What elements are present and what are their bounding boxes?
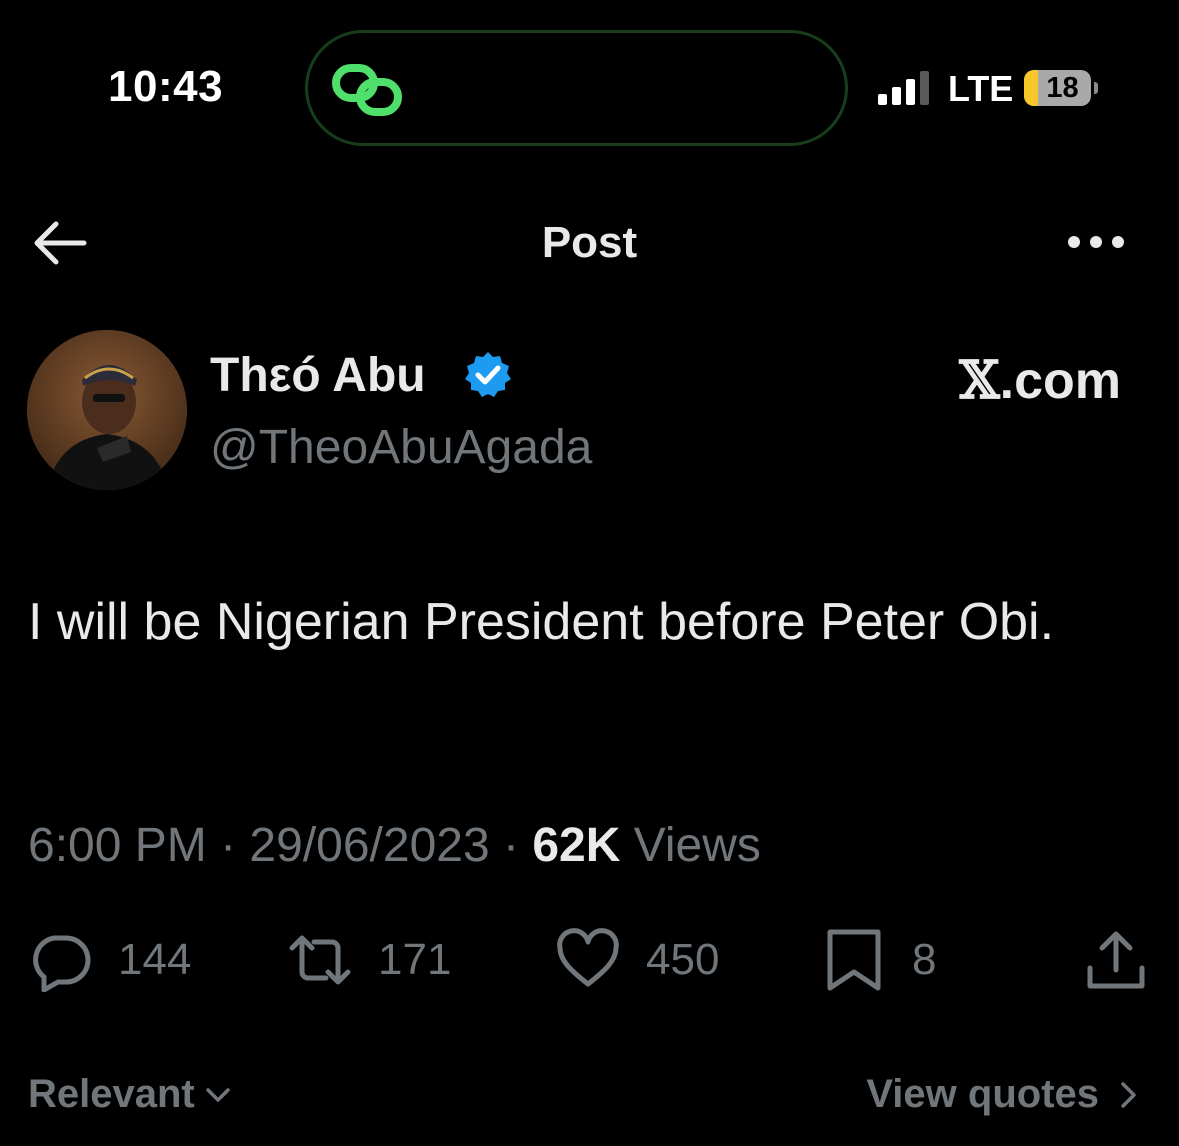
source-watermark: 𝕏.com [959, 350, 1121, 411]
post-meta: 6:00 PM · 29/06/2023 · 62K Views [28, 818, 761, 873]
like-button[interactable]: 450 [556, 928, 719, 992]
share-icon [1087, 931, 1145, 989]
view-quotes-link[interactable]: View quotes [866, 1072, 1143, 1117]
like-count: 450 [646, 935, 720, 984]
reply-count: 144 [118, 935, 192, 984]
meta-separator: · [489, 819, 533, 872]
repost-icon [289, 935, 351, 985]
sort-dropdown[interactable]: Relevant [28, 1072, 233, 1117]
source-domain: .com [999, 352, 1121, 410]
avatar[interactable] [27, 330, 187, 490]
post-text: I will be Nigerian President before Pete… [28, 593, 1055, 651]
more-options-icon[interactable] [1066, 230, 1126, 254]
bookmark-count: 8 [912, 935, 937, 984]
view-quotes-label: View quotes [866, 1072, 1099, 1116]
user-handle[interactable]: @TheoAbuAgada [210, 420, 592, 475]
display-name[interactable]: Thεó Abu [210, 348, 426, 403]
reply-button[interactable]: 144 [28, 928, 191, 992]
like-icon [557, 928, 619, 987]
battery-cap [1094, 82, 1098, 94]
link-icon [332, 64, 402, 116]
views-label: Views [620, 819, 761, 872]
status-time: 10:43 [108, 62, 224, 111]
chevron-down-icon [206, 1087, 230, 1102]
avatar-image [27, 330, 187, 490]
views-count: 62K [532, 819, 621, 872]
verified-badge-icon [465, 352, 511, 397]
x-logo-icon: 𝕏 [959, 350, 1000, 411]
bookmark-icon [827, 929, 881, 991]
post-screen: 10:43 LTE 18 Post Thεó Abu @TheoAbuAgada… [0, 0, 1179, 1146]
reply-icon [33, 935, 91, 992]
repost-count: 171 [378, 935, 452, 984]
sort-label: Relevant [28, 1072, 195, 1116]
chevron-right-icon [1121, 1081, 1136, 1108]
meta-separator: · [206, 819, 250, 872]
battery-level: 18 [1046, 72, 1079, 104]
bookmark-button[interactable]: 8 [822, 928, 936, 992]
post-date: 29/06/2023 [249, 819, 490, 872]
signal-icon [878, 71, 929, 105]
share-button[interactable] [1084, 928, 1148, 992]
battery-icon: 18 [1024, 70, 1091, 106]
post-time: 6:00 PM [28, 819, 207, 872]
network-type: LTE [948, 68, 1014, 109]
repost-button[interactable]: 171 [288, 928, 451, 992]
page-title: Post [541, 218, 638, 267]
